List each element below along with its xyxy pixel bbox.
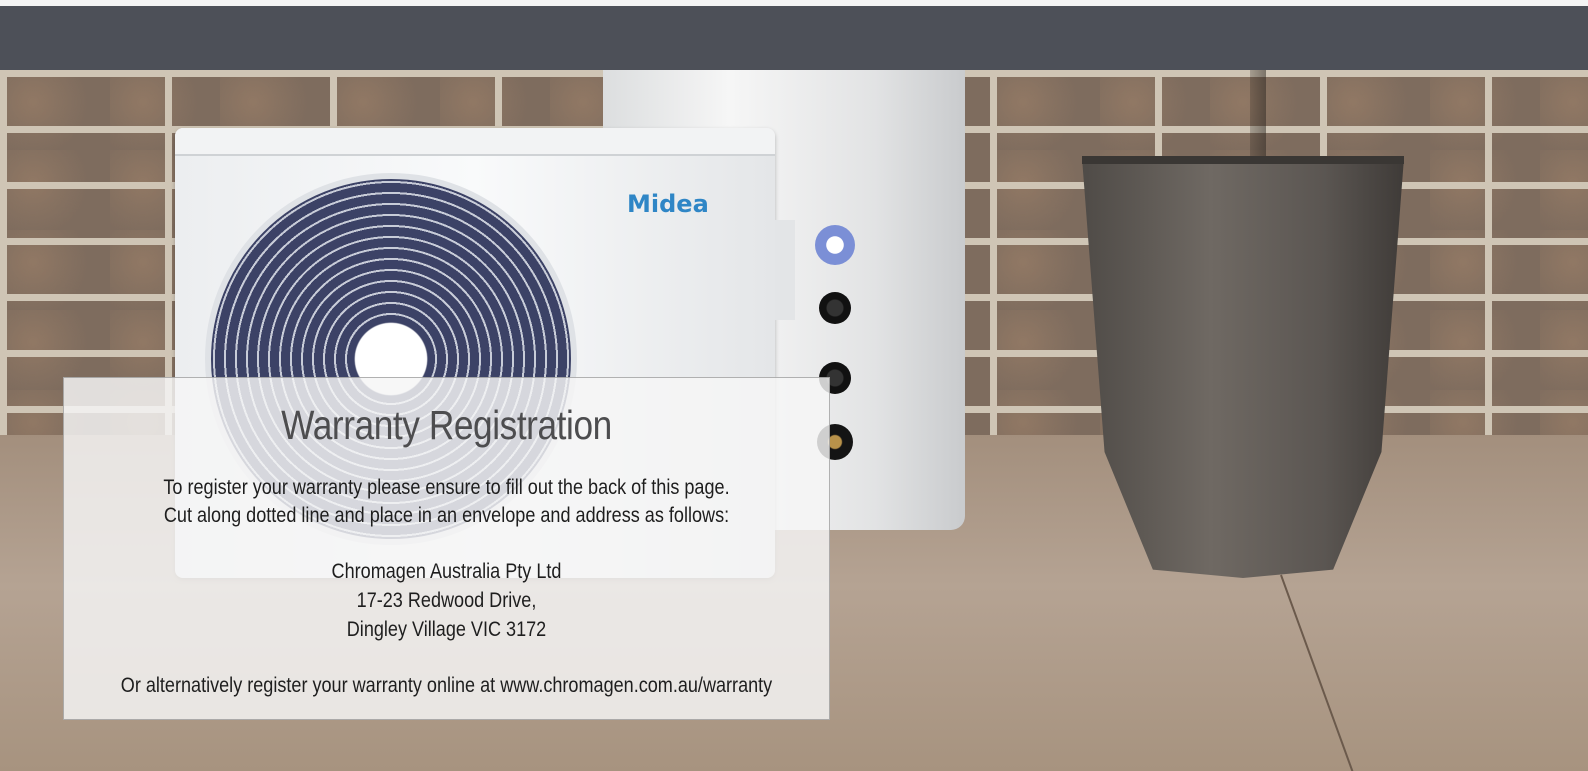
ac-unit-lid bbox=[175, 128, 775, 156]
address-line-2: 17-23 Redwood Drive, bbox=[356, 589, 537, 612]
tank-port-blue bbox=[815, 225, 855, 265]
ac-side-valve bbox=[775, 220, 795, 320]
intro-line-2: Cut along dotted line and place in an en… bbox=[163, 504, 730, 527]
online-registration-text: Or alternatively register your warranty … bbox=[120, 674, 773, 697]
planter-rim bbox=[1082, 156, 1404, 164]
header-bar bbox=[0, 6, 1588, 70]
brand-logo: Midea bbox=[627, 190, 709, 218]
tree-shadow bbox=[1250, 70, 1266, 162]
address-line-3: Dingley Village VIC 3172 bbox=[346, 618, 547, 641]
warranty-info-panel: Warranty Registration To register your w… bbox=[63, 377, 830, 720]
address-line-1: Chromagen Australia Pty Ltd bbox=[331, 560, 562, 583]
tank-port-black bbox=[819, 292, 851, 324]
page-title: Warranty Registration bbox=[281, 402, 612, 448]
intro-line-1: To register your warranty please ensure … bbox=[163, 476, 730, 499]
